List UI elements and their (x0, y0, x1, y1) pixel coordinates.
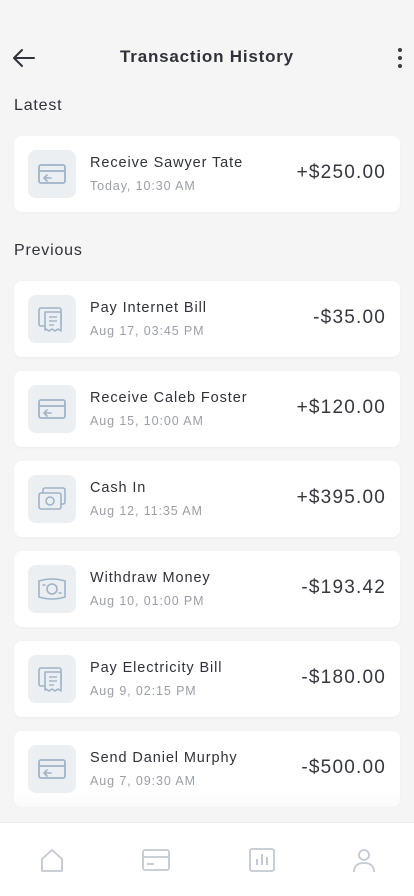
tab-statistics[interactable] (245, 845, 279, 875)
bill-receipt-icon (28, 295, 76, 343)
transaction-amount: -$35.00 (313, 307, 386, 328)
receive-card-icon (28, 385, 76, 433)
cash-icon (28, 475, 76, 523)
bill-receipt-icon (28, 655, 76, 703)
transaction-card[interactable]: Pay Electricity Bill Aug 9, 02:15 PM -$1… (14, 641, 400, 717)
transaction-name: Cash In (90, 480, 147, 496)
transaction-card[interactable]: Cash In Aug 12, 11:35 AM +$395.00 (14, 461, 400, 537)
transaction-date: Aug 7, 09:30 AM (90, 774, 196, 788)
transaction-amount: -$193.42 (301, 577, 386, 598)
withdraw-money-icon (28, 565, 76, 613)
transaction-card[interactable]: Receive Sawyer Tate Today, 10:30 AM +$25… (14, 136, 400, 212)
page-title: Transaction History (120, 47, 294, 66)
send-card-icon (28, 745, 76, 793)
tab-profile[interactable] (347, 845, 381, 875)
transaction-name: Receive Caleb Foster (90, 390, 248, 406)
transaction-date: Aug 17, 03:45 PM (90, 324, 205, 338)
receive-card-icon (28, 150, 76, 198)
profile-icon (353, 849, 375, 873)
transaction-date: Aug 12, 11:35 AM (90, 504, 203, 518)
transaction-amount: +$250.00 (296, 162, 386, 183)
transaction-date: Aug 9, 02:15 PM (90, 684, 197, 698)
tab-home[interactable] (35, 845, 69, 875)
transaction-name: Pay Electricity Bill (90, 660, 223, 676)
more-vertical-icon (398, 48, 402, 52)
more-options-button[interactable] (392, 44, 408, 72)
transaction-name: Send Daniel Murphy (90, 750, 238, 766)
section-label-latest: Latest (14, 97, 63, 114)
scroll-fade (0, 790, 414, 824)
transaction-amount: -$500.00 (301, 757, 386, 778)
transaction-card[interactable]: Receive Caleb Foster Aug 15, 10:00 AM +$… (14, 371, 400, 447)
transaction-amount: +$120.00 (296, 397, 386, 418)
tab-cards[interactable] (139, 845, 173, 875)
chart-icon (249, 848, 275, 872)
transaction-name: Pay Internet Bill (90, 300, 207, 316)
transaction-name: Withdraw Money (90, 570, 211, 586)
transaction-amount: +$395.00 (296, 487, 386, 508)
transaction-name: Receive Sawyer Tate (90, 155, 244, 171)
card-icon (142, 849, 170, 871)
transaction-card[interactable]: Withdraw Money Aug 10, 01:00 PM -$193.42 (14, 551, 400, 627)
home-icon (41, 849, 63, 872)
transaction-date: Aug 15, 10:00 AM (90, 414, 204, 428)
transaction-date: Today, 10:30 AM (90, 179, 196, 193)
bottom-tab-bar (0, 822, 414, 896)
transaction-amount: -$180.00 (301, 667, 386, 688)
transaction-date: Aug 10, 01:00 PM (90, 594, 205, 608)
section-label-previous: Previous (14, 242, 83, 259)
transaction-card[interactable]: Pay Internet Bill Aug 17, 03:45 PM -$35.… (14, 281, 400, 357)
